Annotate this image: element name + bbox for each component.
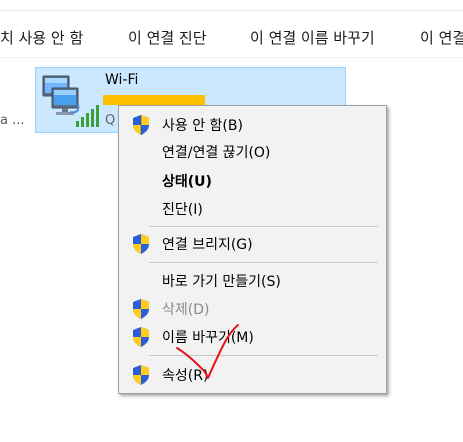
menu-item-label: 속성(R) [162,368,209,384]
menu-item-label: 진단(I) [162,202,203,218]
uac-shield-icon [133,365,149,385]
menu-item-properties[interactable]: 속성(R) [119,362,386,388]
menu-item-rename[interactable]: 이름 바꾸기(M) [119,324,386,350]
connection-more-button[interactable]: 이 연결 [420,11,463,57]
menu-item-diagnose[interactable]: 진단(I) [119,196,386,222]
context-menu: 사용 안 함(B) 연결/연결 끊기(O) 상태(U) 진단(I) 연결 브리지… [118,105,387,394]
network-adapter-icon [42,75,99,127]
top-strip [0,0,463,11]
menu-item-status[interactable]: 상태(U) [119,168,386,194]
menu-item-label: 사용 안 함(B) [162,118,243,134]
diagnose-connection-button[interactable]: 이 연결 진단 [128,11,207,57]
command-bar: 치 사용 안 함 이 연결 진단 이 연결 이름 바꾸기 이 연결 [0,11,463,58]
connection-name: Wi-Fi [105,72,139,88]
menu-item-label: 바로 가기 만들기(S) [162,274,281,290]
uac-shield-icon [133,115,149,135]
menu-item-label: 상태(U) [162,174,212,190]
menu-item-label: 연결 브리지(G) [162,237,253,253]
menu-separator [149,226,378,227]
menu-separator [149,355,378,356]
disable-device-button[interactable]: 치 사용 안 함 [0,11,83,57]
redacted-ssid [103,95,205,105]
menu-separator [149,262,378,263]
uac-shield-icon [133,234,149,254]
connection-status-partial: Q [105,113,116,128]
menu-item-create-shortcut[interactable]: 바로 가기 만들기(S) [119,268,386,294]
uac-shield-icon [133,327,149,347]
menu-item-bridge[interactable]: 연결 브리지(G) [119,231,386,257]
left-truncated-text: a ... [0,113,25,128]
menu-item-disable[interactable]: 사용 안 함(B) [119,112,386,138]
menu-item-label: 삭제(D) [162,302,210,318]
uac-shield-icon [133,299,149,319]
menu-item-connect-disconnect[interactable]: 연결/연결 끊기(O) [119,139,386,165]
menu-item-label: 연결/연결 끊기(O) [162,145,271,161]
menu-item-delete[interactable]: 삭제(D) [119,296,386,322]
rename-connection-button[interactable]: 이 연결 이름 바꾸기 [250,11,375,57]
menu-item-label: 이름 바꾸기(M) [162,330,254,346]
